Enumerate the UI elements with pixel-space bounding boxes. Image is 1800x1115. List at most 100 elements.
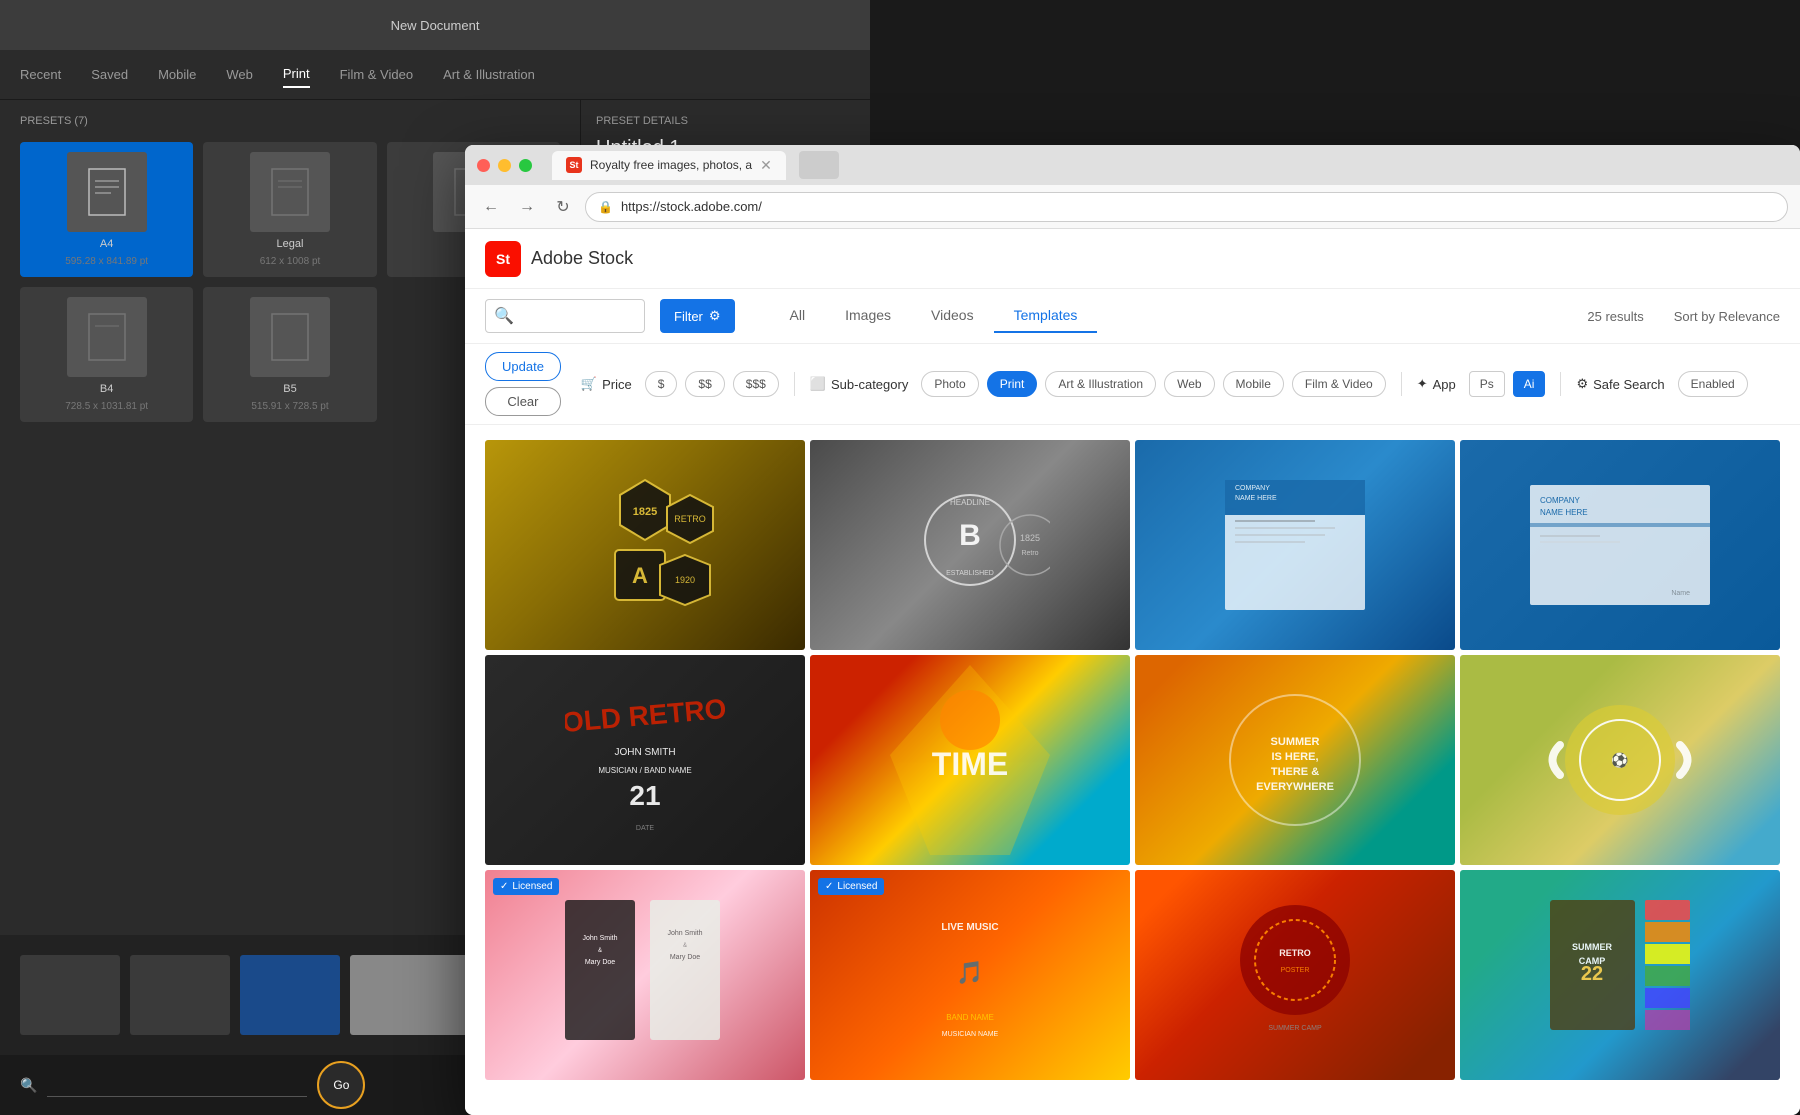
window-close-button[interactable]: [477, 159, 490, 172]
licensed-badge-2: ✓ Licensed: [818, 878, 884, 895]
svg-text:COMPANY: COMPANY: [1235, 485, 1270, 492]
svg-text:&: &: [598, 948, 602, 954]
svg-text:1825: 1825: [633, 506, 657, 518]
stock-logo: St Adobe Stock: [485, 241, 633, 277]
new-tab-button[interactable]: [799, 151, 839, 179]
cat-mobile[interactable]: Mobile: [1223, 371, 1284, 397]
grid-item-6[interactable]: TIME: [810, 655, 1130, 865]
go-button[interactable]: Go: [317, 1061, 365, 1109]
price-label: 🛒 Price: [581, 376, 632, 392]
preset-item-legal[interactable]: Legal 612 x 1008 pt: [203, 142, 376, 277]
cat-photo[interactable]: Photo: [921, 371, 978, 397]
grid-item-9[interactable]: John Smith & Mary Doe John Smith & Mary …: [485, 870, 805, 1080]
grid-item-7[interactable]: SUMMER IS HERE, THERE & EVERYWHERE: [1135, 655, 1455, 865]
price-filter: 🛒 Price $ $$ $$$: [581, 371, 779, 397]
tab-all[interactable]: All: [770, 299, 826, 333]
grid-overlay-9: John Smith & Mary Doe John Smith & Mary …: [485, 870, 805, 1080]
grid-item-11[interactable]: RETRO POSTER SUMMER CAMP: [1135, 870, 1455, 1080]
cat-film[interactable]: Film & Video: [1292, 371, 1386, 397]
recent-thumb-1[interactable]: [20, 955, 120, 1035]
tab-print[interactable]: Print: [283, 61, 310, 88]
preset-item-a4[interactable]: A4 595.28 x 841.89 pt: [20, 142, 193, 277]
recent-thumb-4[interactable]: [350, 955, 470, 1035]
window-minimize-button[interactable]: [498, 159, 511, 172]
check-icon: ✓: [500, 881, 508, 892]
preset-item-b5[interactable]: B5 515.91 x 728.5 pt: [203, 287, 376, 422]
grid-item-1[interactable]: 1825 RETRO A 1920: [485, 440, 805, 650]
preset-icon-b4: [67, 297, 147, 377]
search-icon: 🔍: [20, 1077, 37, 1094]
svg-text:SUMMER CAMP: SUMMER CAMP: [1268, 1025, 1322, 1032]
cat-art[interactable]: Art & Illustration: [1045, 371, 1156, 397]
safe-search-chip[interactable]: Enabled: [1678, 371, 1748, 397]
refresh-button[interactable]: ↻: [549, 193, 577, 221]
tab-videos[interactable]: Videos: [911, 299, 994, 333]
licensed-badge: ✓ Licensed: [493, 878, 559, 895]
presets-label: PRESETS (7): [20, 115, 560, 127]
stock-logo-icon: St: [485, 241, 521, 277]
tab-saved[interactable]: Saved: [91, 62, 128, 87]
preset-size-legal: 612 x 1008 pt: [260, 256, 321, 267]
app-label: ✦ App: [1417, 376, 1456, 392]
grid-item-10[interactable]: LIVE MUSIC 🎵 BAND NAME MUSICIAN NAME ✓ L…: [810, 870, 1130, 1080]
tab-templates[interactable]: Templates: [994, 299, 1098, 333]
tab-images[interactable]: Images: [825, 299, 911, 333]
grid-item-2[interactable]: B HEADLINE ESTABLISHED 1825 Retro: [810, 440, 1130, 650]
app-ai[interactable]: Ai: [1513, 371, 1546, 397]
recent-thumb-3[interactable]: [240, 955, 340, 1035]
cat-print[interactable]: Print: [987, 371, 1038, 397]
tab-art[interactable]: Art & Illustration: [443, 62, 535, 87]
grid-item-image-12: SUMMER CAMP 22: [1460, 870, 1780, 1080]
search-input[interactable]: [47, 1073, 307, 1097]
filter-icon: ⚙: [709, 308, 721, 324]
licensed-text: Licensed: [512, 881, 552, 892]
preset-icon-a4: [67, 152, 147, 232]
clear-button[interactable]: Clear: [485, 387, 561, 416]
svg-text:B: B: [959, 519, 981, 552]
svg-text:POSTER: POSTER: [1281, 967, 1310, 974]
address-bar[interactable]: 🔒 https://stock.adobe.com/: [585, 192, 1788, 222]
price-chip-2[interactable]: $$: [685, 371, 724, 397]
price-chip-1[interactable]: $: [645, 371, 678, 397]
sort-selector[interactable]: Sort by Relevance: [1674, 309, 1780, 324]
back-button[interactable]: ←: [477, 193, 505, 221]
update-button[interactable]: Update: [485, 352, 561, 381]
svg-text:THERE &: THERE &: [1271, 766, 1319, 778]
forward-button[interactable]: →: [513, 193, 541, 221]
svg-text:MUSICIAN / BAND NAME: MUSICIAN / BAND NAME: [598, 766, 691, 775]
tab-close-button[interactable]: ✕: [760, 157, 772, 174]
svg-text:🎵: 🎵: [956, 960, 983, 985]
grid-overlay-8: ⚽: [1460, 655, 1780, 865]
browser-tab[interactable]: St Royalty free images, photos, a ✕: [552, 151, 786, 180]
tab-film-video[interactable]: Film & Video: [340, 62, 413, 87]
browser-titlebar: St Royalty free images, photos, a ✕: [465, 145, 1800, 185]
stock-search-box[interactable]: 🔍: [485, 299, 645, 333]
svg-text:HEADLINE: HEADLINE: [950, 498, 990, 507]
preset-item-b4[interactable]: B4 728.5 x 1031.81 pt: [20, 287, 193, 422]
tab-recent[interactable]: Recent: [20, 62, 61, 87]
price-chip-3[interactable]: $$$: [733, 371, 779, 397]
grid-item-3[interactable]: COMPANY NAME HERE: [1135, 440, 1455, 650]
tab-mobile[interactable]: Mobile: [158, 62, 196, 87]
preset-size-b5: 515.91 x 728.5 pt: [251, 401, 328, 412]
grid-item-8[interactable]: ⚽: [1460, 655, 1780, 865]
tab-title: Royalty free images, photos, a: [590, 158, 752, 172]
filter-button[interactable]: Filter ⚙: [660, 299, 735, 333]
stock-search-input[interactable]: [519, 309, 636, 324]
tab-web[interactable]: Web: [226, 62, 253, 87]
svg-text:NAME HERE: NAME HERE: [1235, 495, 1277, 502]
window-maximize-button[interactable]: [519, 159, 532, 172]
stock-header: St Adobe Stock: [465, 229, 1800, 289]
grid-item-12[interactable]: SUMMER CAMP 22: [1460, 870, 1780, 1080]
document-type-tabs: Recent Saved Mobile Web Print Film & Vid…: [0, 50, 870, 100]
grid-overlay-6: TIME: [810, 655, 1130, 865]
recent-thumb-2[interactable]: [130, 955, 230, 1035]
filter-divider-1: [794, 372, 795, 396]
grid-item-5[interactable]: OLD RETRO JOHN SMITH MUSICIAN / BAND NAM…: [485, 655, 805, 865]
grid-item-image-1: 1825 RETRO A 1920: [485, 440, 805, 650]
app-ps[interactable]: Ps: [1469, 371, 1505, 397]
grid-overlay-2: B HEADLINE ESTABLISHED 1825 Retro: [810, 440, 1130, 650]
cat-web[interactable]: Web: [1164, 371, 1214, 397]
svg-text:⚽: ⚽: [1610, 752, 1628, 769]
grid-item-4[interactable]: COMPANY NAME HERE Name: [1460, 440, 1780, 650]
